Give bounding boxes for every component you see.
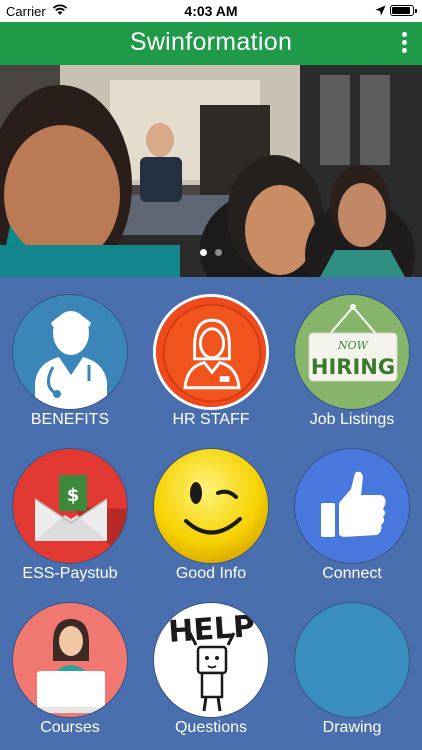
tile-label: HR STAFF	[172, 411, 250, 428]
tile-benefits[interactable]: BENEFITS	[0, 277, 140, 428]
help-sign-icon: HELP	[153, 602, 269, 718]
app-title: Swinformation	[129, 28, 293, 56]
carousel-dot[interactable]	[215, 249, 222, 256]
tile-label: ESS-Paystub	[22, 565, 118, 582]
help-text: HELP	[167, 609, 256, 650]
doctor-icon	[12, 294, 128, 410]
battery-icon	[390, 5, 417, 16]
dollar-sign: $	[67, 485, 80, 506]
tile-label: Connect	[322, 565, 382, 582]
app-bar: Swinformation	[0, 22, 422, 65]
tile-hr-staff[interactable]: HR STAFF	[141, 277, 281, 428]
hiring-text: HIRING	[311, 355, 395, 379]
thumbs-up-icon	[294, 448, 410, 564]
tile-label: Drawing	[322, 719, 382, 736]
tile-good-info[interactable]: Good Info	[141, 431, 281, 582]
tile-label: Courses	[40, 719, 100, 736]
tile-ess-paystub[interactable]: $ ESS-Paystub	[0, 431, 140, 582]
paystub-envelope-icon: $	[12, 448, 128, 564]
drawing-icon	[294, 602, 410, 718]
photo-carousel[interactable]	[0, 65, 422, 277]
location-arrow-icon	[375, 4, 386, 19]
tile-courses[interactable]: Courses	[0, 585, 140, 736]
clock: 4:03 AM	[184, 3, 238, 19]
tile-label: BENEFITS	[30, 411, 110, 428]
tile-label: Questions	[174, 719, 248, 736]
student-laptop-icon	[12, 602, 128, 718]
carousel-indicator[interactable]	[0, 243, 422, 261]
tile-label: Good Info	[175, 565, 247, 582]
carousel-dot[interactable]	[200, 249, 207, 256]
now-hiring-sign-icon: NOW HIRING	[294, 294, 410, 410]
winking-smiley-icon	[153, 448, 269, 564]
tile-label: Job Listings	[309, 411, 395, 428]
tile-job-listings[interactable]: NOW HIRING Job Listings	[282, 277, 422, 428]
status-bar: Carrier 4:03 AM	[0, 0, 422, 22]
hr-staff-icon	[153, 294, 269, 410]
overflow-menu-icon[interactable]	[398, 32, 410, 54]
menu-grid: BENEFITS HR STAFF NOW HIRING Job Listing…	[0, 277, 422, 750]
tile-drawing[interactable]: Drawing	[282, 585, 422, 736]
tile-questions[interactable]: HELP Questions	[141, 585, 281, 736]
battery-level	[392, 7, 410, 14]
tile-connect[interactable]: Connect	[282, 431, 422, 582]
now-text: NOW	[337, 339, 370, 352]
